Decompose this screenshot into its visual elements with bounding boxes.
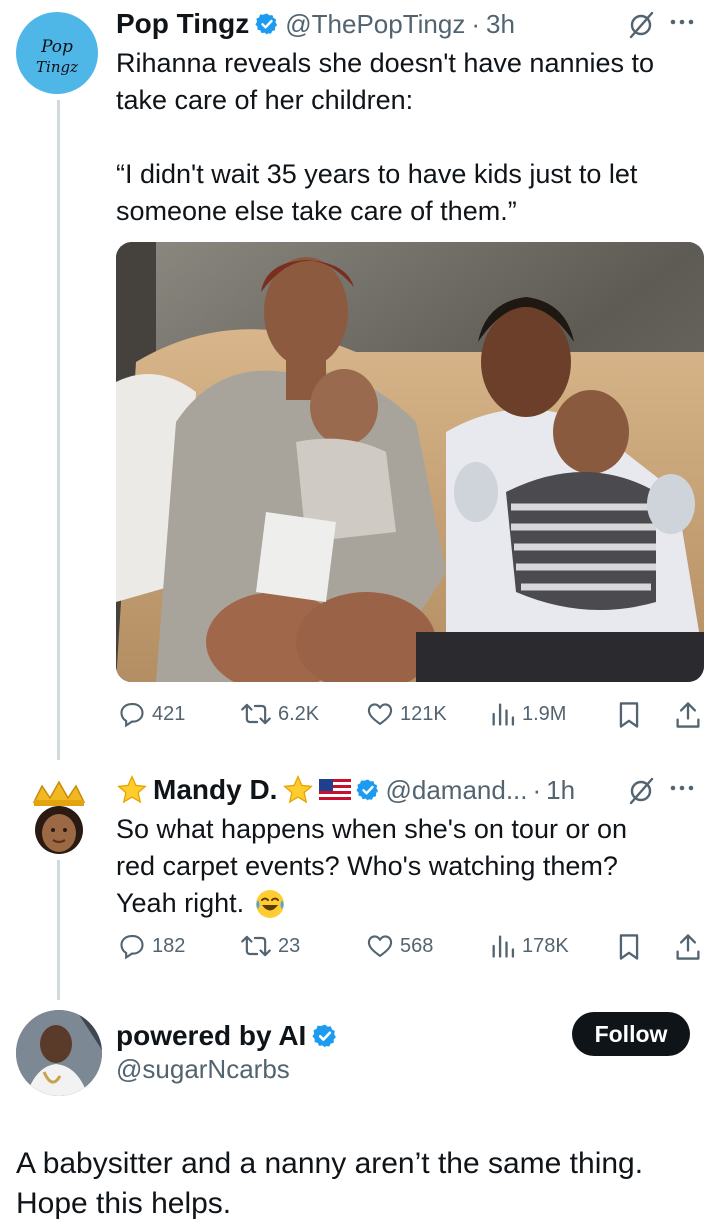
views-count: 1.9M [522, 702, 567, 725]
like-count: 121K [400, 702, 447, 725]
separator: · [471, 8, 480, 39]
retweet-button[interactable]: 6.2K [240, 700, 319, 728]
views-button[interactable]: 1.9M [490, 700, 566, 728]
reply-icon [120, 703, 144, 728]
star-icon [283, 775, 314, 804]
avatar-poweredbyai[interactable] [16, 1010, 102, 1096]
separator: · [532, 774, 542, 805]
retweet-icon [241, 703, 271, 725]
thread-line [57, 860, 60, 1000]
retweet-button[interactable]: 23 [240, 932, 300, 960]
more-options-icon[interactable] [668, 778, 696, 803]
views-icon [492, 935, 515, 958]
tweet-photo[interactable] [116, 242, 704, 682]
verified-badge-icon [255, 13, 278, 35]
retweet-count: 6.2K [278, 702, 320, 725]
follow-button[interactable]: Follow [572, 1012, 690, 1056]
more-options-icon[interactable] [668, 12, 696, 37]
author-handle[interactable]: @sugarNcarbs [116, 1054, 290, 1085]
reply-icon [120, 935, 144, 960]
svg-text:Pop: Pop [40, 37, 73, 57]
author-name[interactable]: powered by AI [116, 1020, 306, 1052]
timestamp[interactable]: 1h [546, 775, 575, 806]
like-icon [367, 703, 393, 725]
verified-badge-icon [312, 1024, 337, 1048]
us-flag-icon [319, 779, 352, 801]
tweet-text-line: A babysitter and a nanny aren’t the same… [16, 1147, 644, 1180]
tweet-text-line-with-emoji: Yeah right. [116, 885, 706, 922]
reply-count: 421 [152, 702, 186, 725]
views-button[interactable]: 178K [490, 932, 569, 960]
tweet3-header: powered by AI [116, 1016, 338, 1056]
like-icon [367, 935, 393, 957]
grok-icon[interactable] [626, 776, 656, 811]
like-count: 568 [400, 934, 434, 957]
reply-button[interactable]: 421 [118, 700, 185, 728]
bookmark-icon[interactable] [616, 932, 642, 967]
bookmark-icon[interactable] [616, 700, 642, 735]
tweet-text-line: Yeah right. [116, 888, 245, 918]
emoji-avatar [32, 780, 86, 854]
share-icon[interactable] [674, 700, 702, 735]
tweet2-text: So what happens when she's on tour or on… [116, 811, 706, 922]
quote-line: someone else take care of them.” [116, 196, 517, 226]
reply-button[interactable]: 182 [118, 932, 185, 960]
laughing-crying-emoji-icon [256, 889, 285, 918]
share-icon[interactable] [674, 932, 702, 967]
star-icon [117, 775, 147, 804]
grok-icon[interactable] [626, 10, 656, 45]
tweet-text-line: Rihanna reveals she doesn't have nannies… [116, 48, 655, 78]
reply-count: 182 [152, 934, 186, 957]
tweet-text-line: take care of her children: [116, 85, 414, 115]
quote-line: “I didn't wait 35 years to have kids jus… [116, 159, 638, 189]
retweet-count: 23 [278, 934, 301, 957]
timestamp[interactable]: 3h [486, 9, 515, 40]
views-count: 178K [522, 934, 569, 957]
views-icon [492, 703, 515, 726]
author-handle[interactable]: @damand... [385, 775, 527, 806]
retweet-icon [241, 935, 271, 957]
tweet-text-line: red carpet events? Who's watching them? [116, 851, 618, 881]
poptingz-logo: Pop Tingz [36, 37, 78, 76]
svg-text:Tingz: Tingz [36, 58, 78, 76]
tweet1-header: Pop Tingz @ThePopTingz · 3h [116, 6, 515, 42]
author-name[interactable]: Pop Tingz [116, 8, 249, 40]
avatar-poptingz[interactable]: Pop Tingz [16, 12, 98, 94]
tweet-text-line: Hope this helps. [16, 1187, 232, 1220]
thread-line [57, 100, 60, 760]
like-button[interactable]: 121K [366, 700, 447, 728]
tweet-text-line: So what happens when she's on tour or on [116, 814, 627, 844]
tweet2-header: Mandy D. @damand... · 1h [116, 770, 575, 810]
verified-badge-icon [356, 779, 379, 801]
family-photo [116, 242, 704, 682]
tweet1-text: Rihanna reveals she doesn't have nannies… [116, 45, 706, 230]
profile-photo [16, 1010, 102, 1096]
like-button[interactable]: 568 [366, 932, 433, 960]
author-handle[interactable]: @ThePopTingz [285, 9, 465, 40]
avatar-mandy[interactable] [16, 772, 102, 858]
tweet3-text: A babysitter and a nanny aren’t the same… [16, 1144, 716, 1224]
author-name[interactable]: Mandy D. [153, 774, 277, 806]
